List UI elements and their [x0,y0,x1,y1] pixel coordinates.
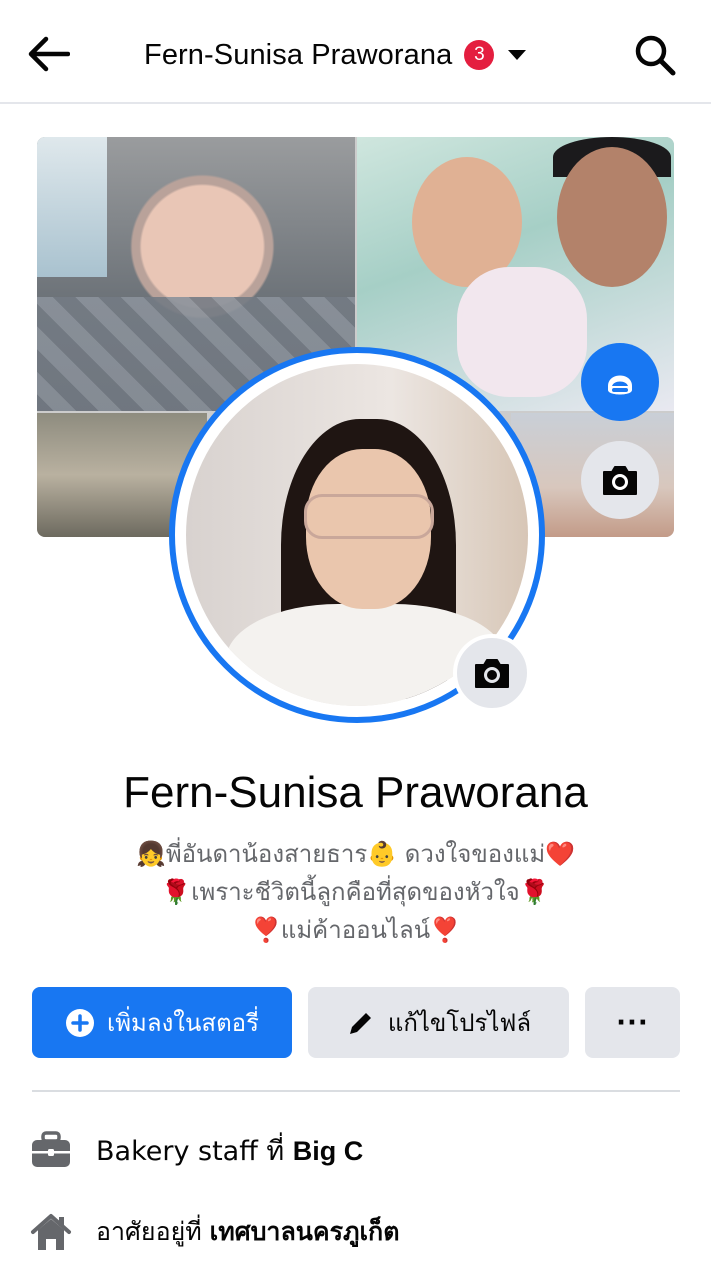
camera-icon [603,466,637,495]
back-button[interactable] [24,30,72,78]
divider [32,1090,680,1092]
bio-line: 👧พี่อันดาน้องสายธาร👶 ดวงใจของแม่❤️ [135,840,576,868]
more-options-button[interactable]: ··· [585,987,680,1058]
profile-name: Fern-Sunisa Praworana [123,768,588,817]
work-text: Bakery staff ที่ Big C [96,1129,363,1172]
bio-line: 🌹เพราะชีวิตนี้ลูกคือที่สุดของหัวใจ🌹 [161,878,550,906]
add-to-story-button[interactable]: เพิ่มลงในสตอรี่ [32,987,292,1058]
profile-bio: 👧พี่อันดาน้องสายธาร👶 ดวงใจของแม่❤️ 🌹เพรา… [40,835,671,949]
camera-icon [475,659,509,688]
home-icon [30,1211,72,1253]
avatar-icon [608,375,632,395]
plus-circle-icon [65,1008,95,1038]
more-options-label: ··· [616,1007,649,1038]
home-info: อาศัยอยู่ที่ เทศบาลนครภูเก็ต [30,1207,399,1257]
edit-profile-button[interactable]: แก้ไขโปรไฟล์ [308,987,569,1058]
work-place[interactable]: Big C [293,1136,364,1166]
edit-cover-photo-button[interactable] [581,441,659,519]
edit-profile-label: แก้ไขโปรไฟล์ [387,1009,532,1037]
home-text: อาศัยอยู่ที่ เทศบาลนครภูเก็ต [96,1212,399,1252]
search-icon [635,35,676,76]
notification-badge: 3 [464,40,495,70]
back-arrow-icon [28,36,70,72]
top-navigation-bar: Fern-Sunisa Praworana 3 [0,0,711,104]
home-label: อาศัยอยู่ที่ [96,1217,210,1246]
search-button[interactable] [632,32,678,78]
header-title: Fern-Sunisa Praworana [144,38,453,71]
home-place[interactable]: เทศบาลนครภูเก็ต [210,1217,400,1246]
bio-line: ❣️แม่ค้าออนไลน์❣️ [250,916,460,944]
pencil-icon [346,1008,376,1038]
edit-profile-picture-button[interactable] [453,634,531,712]
chevron-down-icon [508,50,527,60]
work-label: Bakery staff ที่ [96,1135,293,1167]
briefcase-icon [30,1129,72,1171]
avatar-button[interactable] [581,343,659,421]
work-info: Bakery staff ที่ Big C [30,1125,363,1175]
profile-switcher[interactable]: Fern-Sunisa Praworana 3 [144,32,527,78]
add-to-story-label: เพิ่มลงในสตอรี่ [107,1009,259,1037]
